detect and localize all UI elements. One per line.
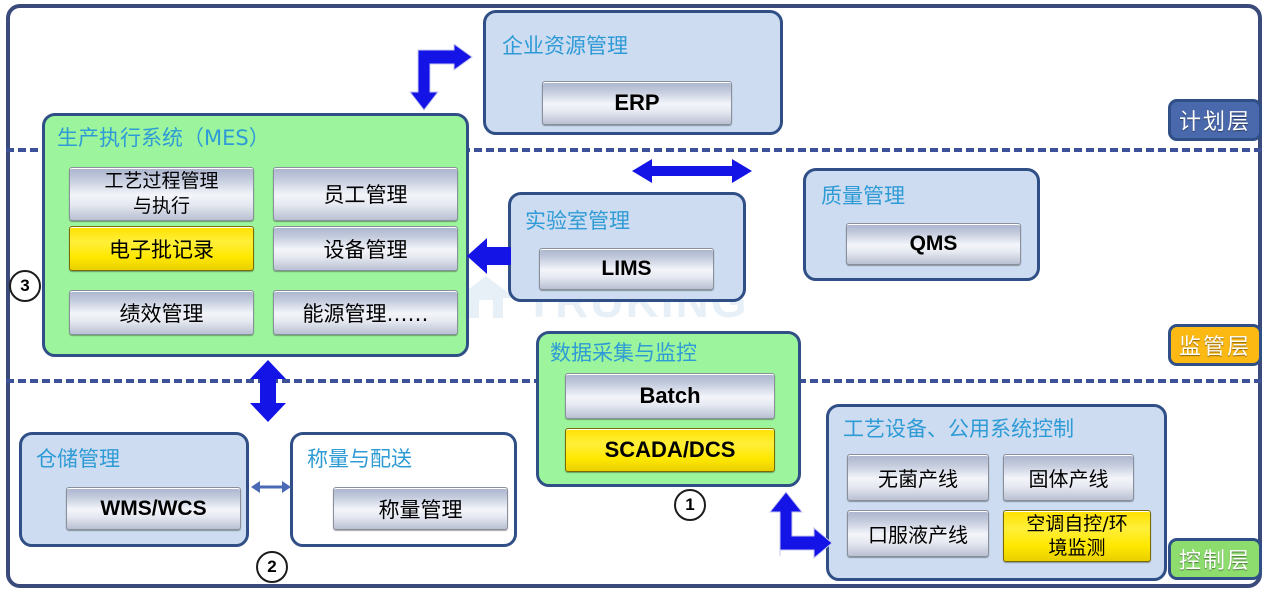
chip-mes-performance-management[interactable]: 绩效管理: [69, 290, 254, 335]
arrow-lims-to-mes: [467, 238, 511, 274]
arrow-erp-mes: [408, 44, 473, 111]
chip-erp[interactable]: ERP: [542, 81, 732, 125]
chip-label: 空调自控/环 境监测: [1026, 513, 1128, 559]
panel-erp-title: 企业资源管理: [502, 34, 628, 58]
chip-sterile-line[interactable]: 无菌产线: [847, 454, 989, 501]
chip-oral-liquid-line[interactable]: 口服液产线: [847, 510, 989, 557]
chip-hvac-environment-monitoring[interactable]: 空调自控/环 境监测: [1003, 510, 1151, 562]
arrow-wms-weighing: [251, 481, 291, 493]
layer-badge-control[interactable]: 控制层: [1168, 538, 1262, 580]
chip-mes-process-management[interactable]: 工艺过程管理 与执行: [69, 167, 254, 221]
panel-equipment-control[interactable]: 工艺设备、公用系统控制 无菌产线 固体产线 口服液产线 空调自控/环 境监测: [826, 404, 1167, 581]
chip-label: 工艺过程管理 与执行: [104, 170, 219, 217]
chip-mes-ebr[interactable]: 电子批记录: [69, 226, 254, 271]
panel-lims-title: 实验室管理: [525, 209, 630, 233]
panel-equipment-control-title: 工艺设备、公用系统控制: [843, 417, 1074, 441]
chip-lims[interactable]: LIMS: [539, 248, 714, 290]
marker-3: 3: [9, 270, 41, 302]
panel-scada[interactable]: 数据采集与监控 Batch SCADA/DCS: [536, 331, 801, 487]
layer-badge-supervisory[interactable]: 监管层: [1168, 324, 1262, 366]
panel-weighing-title: 称量与配送: [307, 447, 412, 471]
arrow-mes-wms-vertical: [250, 360, 286, 422]
panel-wms[interactable]: 仓储管理 WMS/WCS: [19, 432, 249, 547]
chip-weighing-management[interactable]: 称量管理: [333, 487, 508, 530]
panel-mes-title: 生产执行系统（MES）: [57, 126, 270, 150]
panel-qms-title: 质量管理: [821, 184, 905, 208]
panel-lims[interactable]: 实验室管理 LIMS: [508, 192, 746, 302]
panel-wms-title: 仓储管理: [36, 447, 120, 471]
panel-weighing[interactable]: 称量与配送 称量管理: [290, 432, 517, 547]
arrow-mes-qms-horizontal: [632, 159, 752, 183]
chip-scada-batch[interactable]: Batch: [565, 373, 775, 419]
chip-qms[interactable]: QMS: [846, 223, 1021, 265]
chip-solid-line[interactable]: 固体产线: [1003, 454, 1134, 501]
chip-mes-staff-management[interactable]: 员工管理: [273, 167, 458, 221]
panel-scada-title: 数据采集与监控: [550, 341, 697, 365]
panel-erp[interactable]: 企业资源管理 ERP: [483, 10, 783, 135]
layer-badge-planning[interactable]: 计划层: [1168, 99, 1262, 141]
marker-1: 1: [674, 489, 706, 521]
panel-mes[interactable]: 生产执行系统（MES） 工艺过程管理 与执行 员工管理 电子批记录 设备管理 绩…: [42, 113, 469, 357]
diagram-canvas: TRUKING 企业资源管理 ERP 生产执行系统（MES） 工艺过程管理 与执…: [0, 0, 1280, 596]
chip-wms-wcs[interactable]: WMS/WCS: [66, 487, 241, 530]
chip-scada-dcs[interactable]: SCADA/DCS: [565, 428, 775, 472]
panel-qms[interactable]: 质量管理 QMS: [803, 168, 1040, 281]
chip-mes-equipment-management[interactable]: 设备管理: [273, 226, 458, 271]
marker-2: 2: [256, 551, 288, 583]
arrow-scada-equipment: [768, 491, 833, 560]
chip-mes-energy-management[interactable]: 能源管理……: [273, 290, 458, 335]
